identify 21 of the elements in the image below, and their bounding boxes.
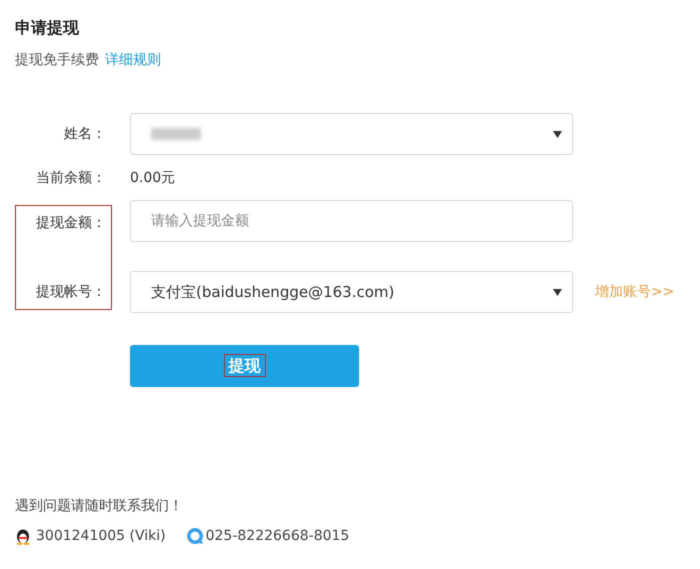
chat-bubble-icon bbox=[186, 527, 204, 545]
amount-input[interactable]: 请输入提现金额 bbox=[151, 213, 562, 229]
dropdown-field[interactable] bbox=[130, 113, 573, 155]
page-title: 申请提现 bbox=[15, 18, 80, 39]
penguin-icon bbox=[15, 527, 31, 545]
withdraw-button[interactable]: 提现 bbox=[130, 345, 359, 387]
fee-note: 提现免手续费 bbox=[15, 51, 99, 69]
caret-icon bbox=[553, 288, 562, 296]
field-label: 当前余额： bbox=[36, 168, 106, 186]
field-label: 提现帐号： bbox=[36, 283, 106, 301]
amount-field[interactable]: 请输入提现金额 bbox=[130, 200, 573, 242]
balance-value: 0.00元 bbox=[130, 168, 176, 186]
contact-note: 遇到问题请随时联系我们！ bbox=[15, 497, 184, 515]
field-label: 姓名： bbox=[64, 125, 106, 143]
qq-number: 3001241005 (Viki) bbox=[36, 528, 166, 544]
dropdown-field[interactable]: 支付宝(baidushengge@163.com) bbox=[130, 271, 573, 313]
add-account-link[interactable]: 增加账号>> bbox=[595, 283, 700, 301]
phone-number: 025-82226668-8015 bbox=[206, 528, 350, 544]
field-label: 提现金额： bbox=[36, 214, 106, 232]
rules-link[interactable]: 详细规则 bbox=[105, 51, 161, 69]
caret-icon bbox=[553, 130, 562, 138]
